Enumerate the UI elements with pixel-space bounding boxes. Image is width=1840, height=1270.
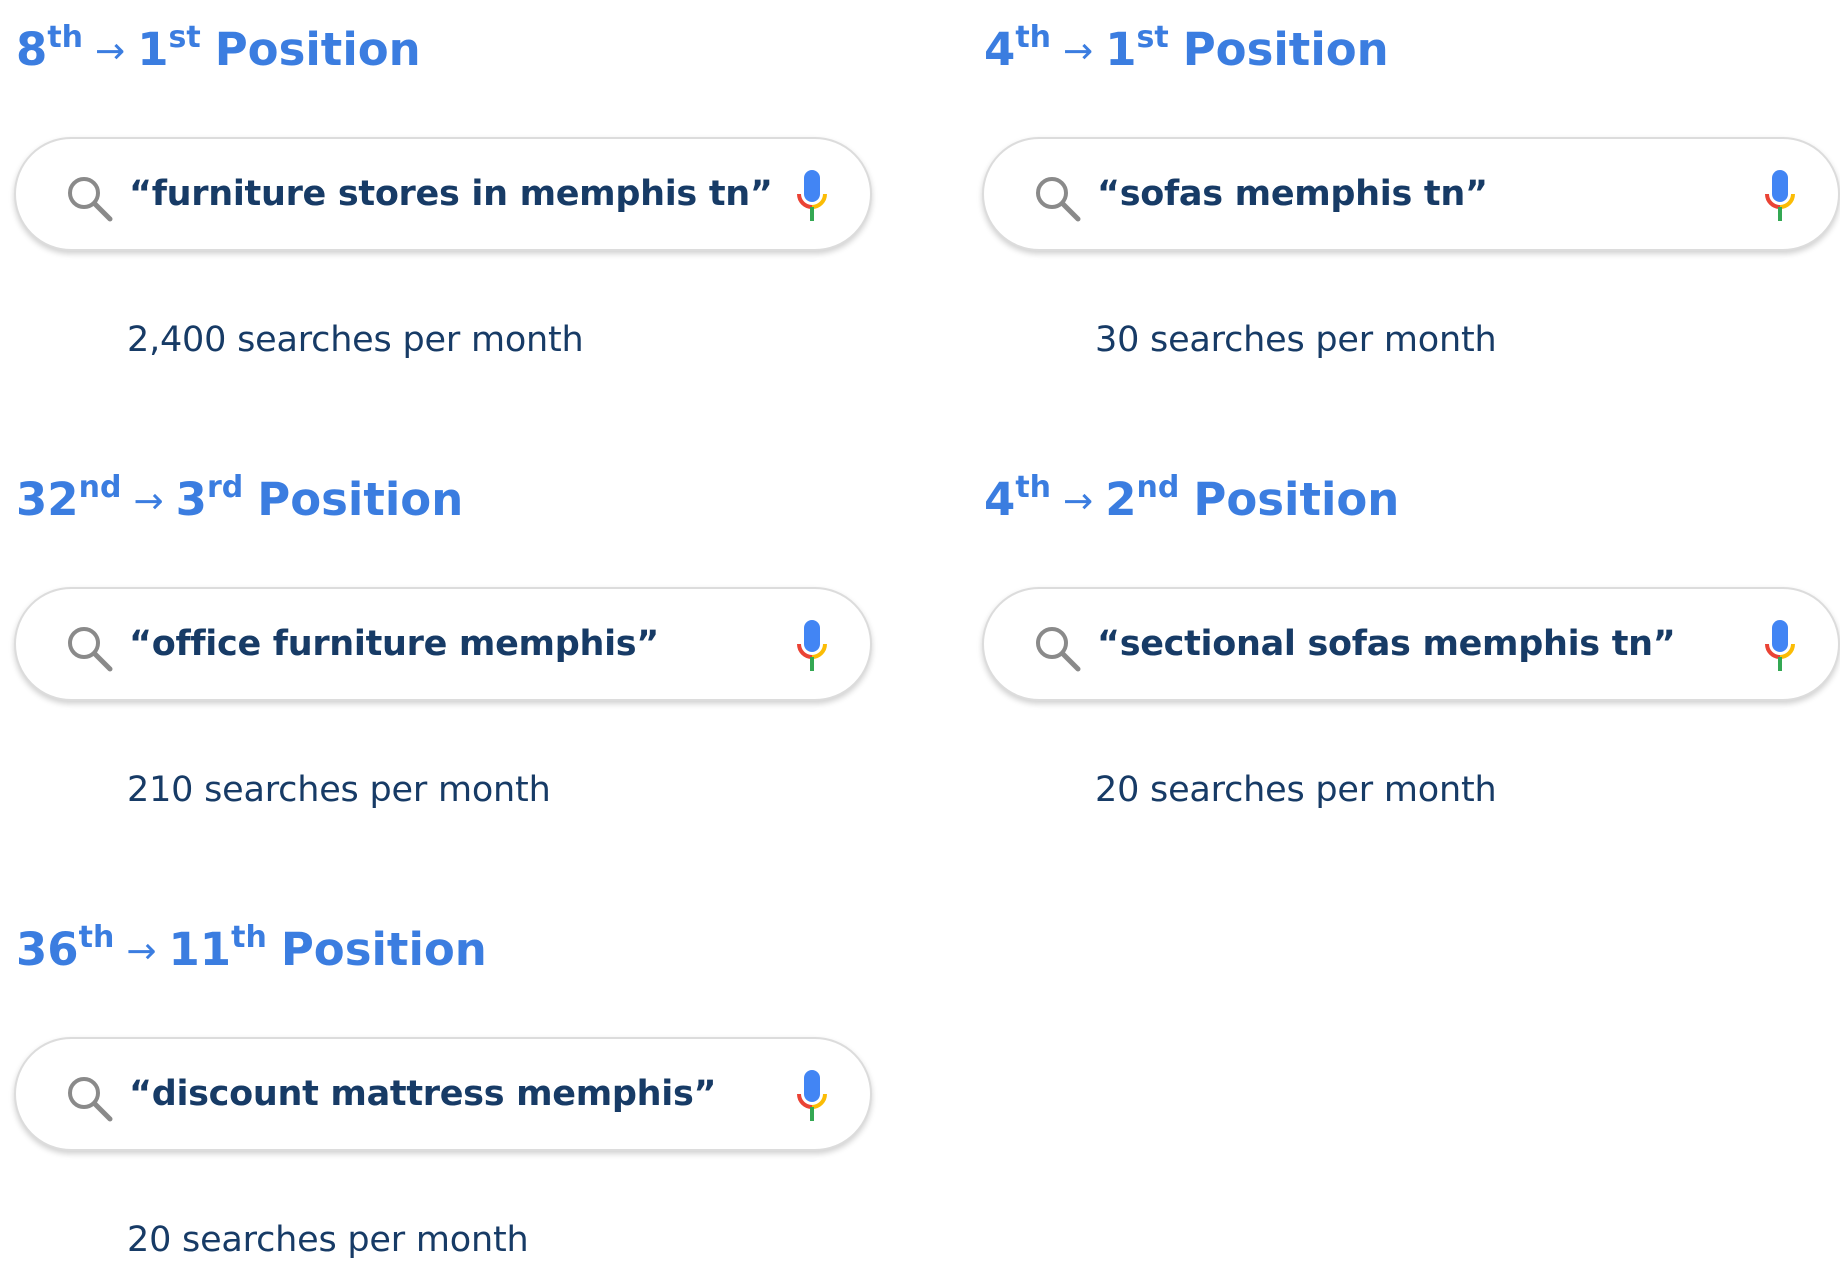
to-rank-suffix: st — [1136, 20, 1169, 55]
arrow-icon: → — [1063, 481, 1094, 522]
ranking-card-discount-mattress: 36th → 11th Position “discount mattress mem… — [14, 900, 874, 1270]
search-icon — [1036, 627, 1081, 672]
ranking-title: 36th → 11th Position — [16, 920, 487, 984]
from-rank-suffix: th — [47, 20, 84, 55]
search-bar[interactable]: “discount mattress memphis” — [14, 1037, 872, 1151]
position-label: Position — [214, 23, 421, 76]
ranking-title: 8th → 1st Position — [16, 20, 421, 84]
to-rank: 11 — [168, 923, 232, 976]
to-rank-suffix: nd — [1136, 470, 1180, 505]
to-rank-suffix: th — [231, 920, 267, 955]
search-icon — [1036, 177, 1081, 222]
from-rank: 4 — [984, 473, 1016, 526]
search-query: “office furniture memphis” — [129, 624, 660, 664]
ranking-card-sofas: 4th → 1st Position “sofas memphis tn” 30 se… — [982, 0, 1840, 370]
search-query: “discount mattress memphis” — [129, 1074, 717, 1114]
search-icon — [68, 177, 113, 222]
mic-icon[interactable] — [793, 619, 831, 673]
search-query: “sofas memphis tn” — [1097, 174, 1488, 214]
from-rank-suffix: nd — [78, 470, 122, 505]
arrow-icon: → — [1063, 31, 1094, 72]
from-rank: 32 — [16, 473, 79, 526]
ranking-title: 32nd → 3rd Position — [16, 470, 463, 534]
search-bar[interactable]: “sectional sofas memphis tn” — [982, 587, 1840, 701]
to-rank: 2 — [1105, 473, 1137, 526]
search-bar[interactable]: “office furniture memphis” — [14, 587, 872, 701]
to-rank: 3 — [175, 473, 207, 526]
search-icon — [68, 627, 113, 672]
search-volume: 30 searches per month — [1095, 320, 1497, 360]
to-rank: 1 — [1105, 23, 1137, 76]
ranking-title: 4th → 1st Position — [984, 20, 1389, 84]
mic-icon[interactable] — [1761, 619, 1799, 673]
ranking-title: 4th → 2nd Position — [984, 470, 1399, 534]
position-label: Position — [1193, 473, 1400, 526]
from-rank-suffix: th — [1015, 470, 1052, 505]
arrow-icon: → — [95, 31, 126, 72]
to-rank-suffix: rd — [206, 470, 244, 505]
from-rank: 4 — [984, 23, 1016, 76]
search-bar[interactable]: “furniture stores in memphis tn” — [14, 137, 872, 251]
to-rank: 1 — [137, 23, 169, 76]
search-volume: 20 searches per month — [127, 1220, 529, 1260]
mic-icon[interactable] — [1761, 169, 1799, 223]
search-query: “sectional sofas memphis tn” — [1097, 624, 1676, 664]
search-query: “furniture stores in memphis tn” — [129, 174, 773, 214]
mic-icon[interactable] — [793, 1069, 831, 1123]
from-rank: 36 — [16, 923, 79, 976]
search-volume: 2,400 searches per month — [127, 320, 584, 360]
search-bar[interactable]: “sofas memphis tn” — [982, 137, 1840, 251]
from-rank-suffix: th — [1015, 20, 1052, 55]
rankings-page: { "colors": { "title": "#3b7de0", "text"… — [0, 0, 1840, 1266]
ranking-card-furniture-stores: 8th → 1st Position “furniture stores in mem… — [14, 0, 874, 370]
mic-icon[interactable] — [793, 169, 831, 223]
search-volume: 20 searches per month — [1095, 770, 1497, 810]
position-label: Position — [257, 473, 464, 526]
ranking-card-sectional-sofas: 4th → 2nd Position “sectional sofas memphis… — [982, 450, 1840, 820]
arrow-icon: → — [133, 481, 164, 522]
search-icon — [68, 1077, 113, 1122]
search-volume: 210 searches per month — [127, 770, 551, 810]
from-rank-suffix: th — [78, 920, 115, 955]
position-label: Position — [280, 923, 487, 976]
position-label: Position — [1182, 23, 1389, 76]
to-rank-suffix: st — [168, 20, 201, 55]
from-rank: 8 — [16, 23, 48, 76]
ranking-card-office-furniture: 32nd → 3rd Position “office furniture memph… — [14, 450, 874, 820]
arrow-icon: → — [126, 931, 157, 972]
